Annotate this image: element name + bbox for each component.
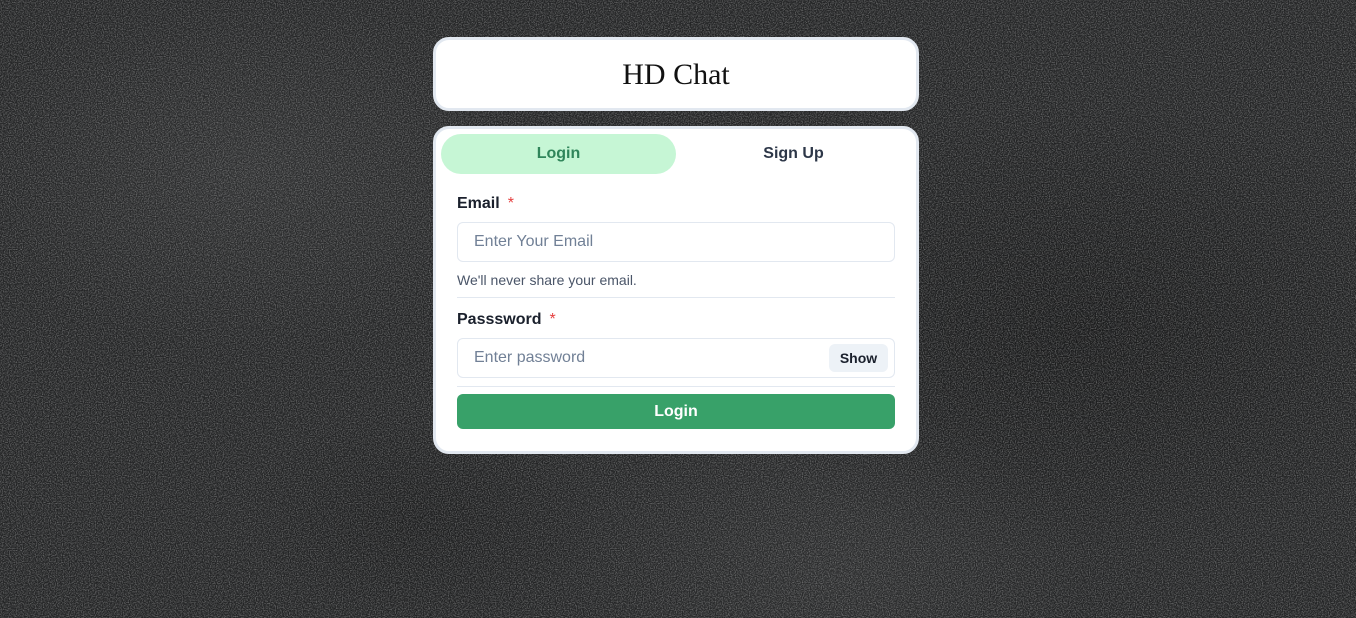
password-required-mark: * [549,311,556,328]
login-button[interactable]: Login [457,394,895,429]
email-field-wrapper [457,222,895,262]
email-input[interactable] [458,223,894,261]
email-divider [457,297,895,298]
password-field-wrapper: Show [457,338,895,378]
password-label: Passsword * [457,311,556,329]
auth-card: Login Sign Up Email * We'll never share y… [433,126,919,454]
auth-container: HD Chat Login Sign Up Email * We'll never… [433,37,919,454]
password-label-text: Passsword [457,311,542,328]
email-required-mark: * [507,195,514,212]
show-password-button[interactable]: Show [829,344,888,372]
email-helper-text: We'll never share your email. [457,272,637,288]
tab-sign-up[interactable]: Sign Up [676,134,911,174]
auth-tabs: Login Sign Up [441,134,911,174]
email-label-text: Email [457,195,500,212]
password-divider [457,386,895,387]
app-header: HD Chat [433,37,919,111]
tab-login[interactable]: Login [441,134,676,174]
app-title: HD Chat [622,57,730,91]
email-label: Email * [457,195,514,213]
